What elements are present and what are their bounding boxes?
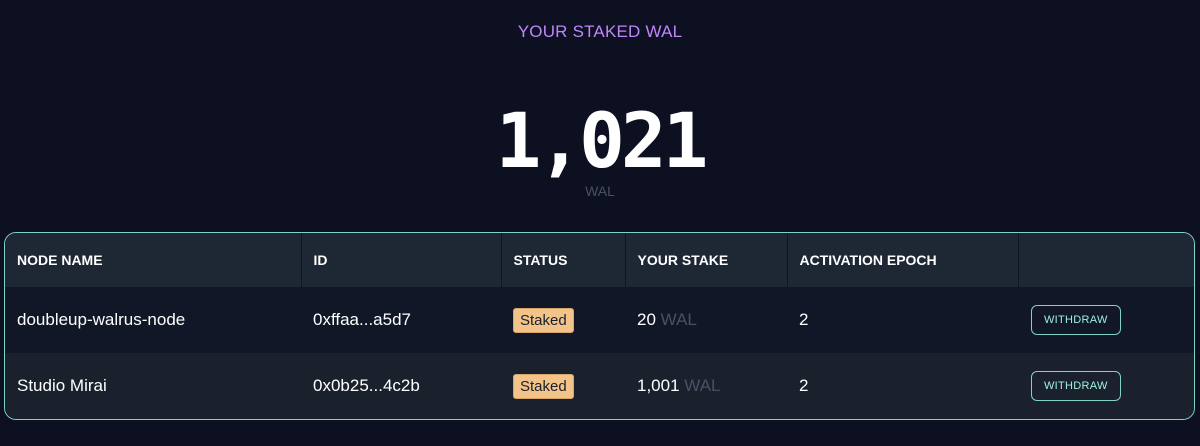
node-name-cell: Studio Mirai [17, 376, 107, 395]
column-header-activation-epoch: ACTIVATION EPOCH [787, 233, 1019, 287]
stake-unit: WAL [660, 310, 697, 329]
staked-total-unit: WAL [585, 183, 615, 199]
node-name-cell: doubleup-walrus-node [17, 310, 186, 329]
stakes-table: NODE NAME ID STATUS YOUR STAKE ACTIVATIO… [4, 232, 1195, 420]
stake-cell: 20 WAL [625, 287, 787, 353]
column-header-your-stake: YOUR STAKE [625, 233, 788, 287]
column-header-node-name: NODE NAME [5, 233, 302, 287]
table-row: doubleup-walrus-node 0xffaa...a5d7 Stake… [5, 287, 1194, 353]
action-cell: WITHDRAW [1018, 353, 1194, 419]
stake-cell: 1,001 WAL [625, 353, 787, 419]
table-row: Studio Mirai 0x0b25...4c2b Staked 1,001 … [5, 353, 1194, 419]
status-cell: Staked [501, 287, 625, 353]
withdraw-button[interactable]: WITHDRAW [1031, 305, 1121, 335]
stake-amount: 1,001 [637, 376, 680, 395]
activation-epoch-cell: 2 [799, 376, 809, 395]
column-header-id: ID [301, 233, 502, 287]
stake-unit: WAL [684, 376, 721, 395]
status-badge: Staked [513, 307, 574, 333]
column-header-status: STATUS [501, 233, 626, 287]
withdraw-button[interactable]: WITHDRAW [1031, 371, 1121, 401]
activation-epoch-cell: 2 [799, 310, 809, 329]
node-id-cell: 0xffaa...a5d7 [313, 310, 411, 329]
table-header-row: NODE NAME ID STATUS YOUR STAKE ACTIVATIO… [5, 233, 1194, 287]
staked-total: 1,021 [495, 96, 709, 185]
staking-page: YOUR STAKED WAL 1,021 WAL NODE NAME ID S… [0, 0, 1200, 446]
status-badge: Staked [513, 373, 574, 399]
action-cell: WITHDRAW [1018, 287, 1194, 353]
column-header-actions [1018, 233, 1194, 287]
node-id-cell: 0x0b25...4c2b [313, 376, 420, 395]
stake-amount: 20 [637, 310, 656, 329]
staked-heading: YOUR STAKED WAL [517, 22, 683, 41]
status-cell: Staked [501, 353, 625, 419]
